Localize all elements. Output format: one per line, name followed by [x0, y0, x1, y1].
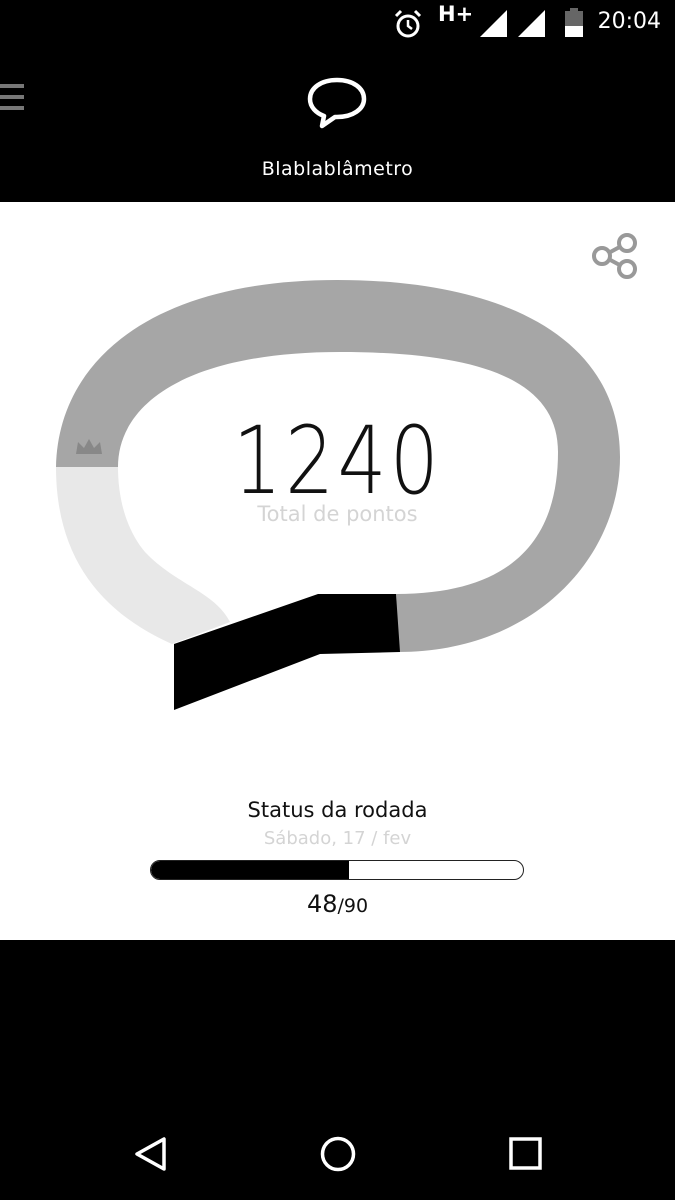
- round-status-title: Status da rodada: [247, 798, 428, 822]
- app-title: Blablablâmetro: [261, 158, 414, 180]
- network-type: H+: [438, 2, 474, 26]
- round-progress-bar: [150, 860, 524, 880]
- round-status-date: Sábado, 17 / fev: [263, 828, 412, 849]
- main-card: 1240 Total de pontos Status da rodada Sá…: [0, 202, 675, 940]
- alarm-icon: [394, 9, 422, 38]
- round-progress-fill: [151, 861, 350, 879]
- back-triangle-icon[interactable]: [132, 1134, 172, 1174]
- total-points-label: Total de pontos: [257, 502, 418, 526]
- screen: H+ 20:04 Blablablâmetro 1240 Total de po…: [0, 0, 675, 1200]
- hamburger-menu-icon[interactable]: [0, 82, 26, 112]
- round-progress-text: 48/90: [0, 890, 675, 918]
- recents-square-icon[interactable]: [506, 1134, 546, 1174]
- system-nav-bar: [0, 1100, 675, 1200]
- app-header: Blablablâmetro: [0, 44, 675, 202]
- clock-time: 20:04: [597, 9, 661, 34]
- status-bar: H+ 20:04: [0, 0, 675, 44]
- round-progress-current: 48: [306, 890, 338, 918]
- round-progress-max: /90: [337, 895, 369, 917]
- signal-icon: [480, 10, 507, 37]
- battery-icon: [565, 8, 583, 37]
- home-circle-icon[interactable]: [318, 1134, 358, 1174]
- speech-bubble-icon: [307, 77, 367, 129]
- total-points: 1240: [232, 407, 443, 516]
- signal-icon: [518, 10, 545, 37]
